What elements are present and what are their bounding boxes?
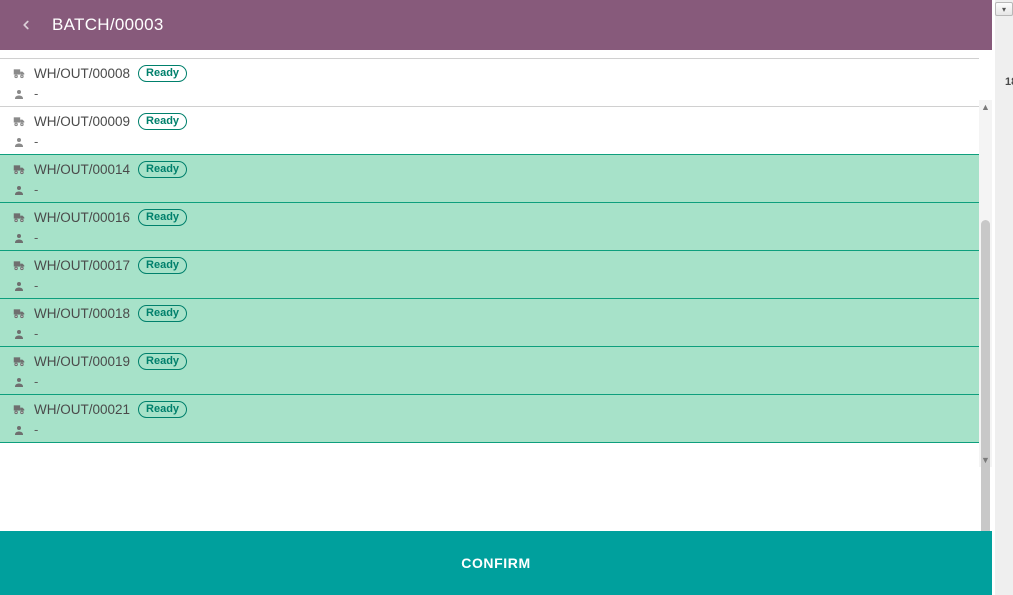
status-badge: Ready <box>138 353 187 370</box>
transfer-name: WH/OUT/00008 <box>34 66 130 81</box>
side-label: 18 <box>1005 76 1013 88</box>
scroll-down-icon[interactable]: ▼ <box>979 453 992 467</box>
list-item[interactable]: WH/OUT/00008 Ready - <box>0 58 979 107</box>
transfer-name: WH/OUT/00017 <box>34 258 130 273</box>
truck-icon <box>12 307 26 321</box>
user-icon <box>12 183 26 197</box>
scroll-thumb[interactable] <box>981 220 990 531</box>
list-item[interactable]: WH/OUT/00009 Ready - <box>0 106 979 155</box>
user-icon <box>12 327 26 341</box>
transfer-name: WH/OUT/00016 <box>34 210 130 225</box>
list-item[interactable]: WH/OUT/00018 Ready - <box>0 298 979 347</box>
status-badge: Ready <box>138 257 187 274</box>
transfer-name: WH/OUT/00018 <box>34 306 130 321</box>
truck-icon <box>12 355 26 369</box>
scroll-up-icon[interactable]: ▲ <box>979 100 992 114</box>
user-icon <box>12 231 26 245</box>
transfer-name: WH/OUT/00014 <box>34 162 130 177</box>
status-badge: Ready <box>138 209 187 226</box>
transfer-name: WH/OUT/00019 <box>34 354 130 369</box>
app-frame: BATCH/00003 WH/OUT/00008 Ready - WH/OUT/… <box>0 0 992 595</box>
truck-icon <box>12 259 26 273</box>
assigned-user: - <box>34 278 38 293</box>
header-bar: BATCH/00003 <box>0 0 992 50</box>
assigned-user: - <box>34 86 38 101</box>
status-badge: Ready <box>138 401 187 418</box>
assigned-user: - <box>34 182 38 197</box>
status-badge: Ready <box>138 113 187 130</box>
assigned-user: - <box>34 422 38 437</box>
transfer-name: WH/OUT/00009 <box>34 114 130 129</box>
list-area: WH/OUT/00008 Ready - WH/OUT/00009 Ready … <box>0 50 992 531</box>
confirm-button[interactable]: CONFIRM <box>0 531 992 595</box>
truck-icon <box>12 163 26 177</box>
truck-icon <box>12 211 26 225</box>
chevron-left-icon <box>19 18 33 32</box>
list-item[interactable]: WH/OUT/00017 Ready - <box>0 250 979 299</box>
list-item[interactable]: WH/OUT/00014 Ready - <box>0 154 979 203</box>
scrollbar[interactable]: ▲ ▼ <box>979 100 992 467</box>
os-scrollbar <box>995 0 1013 595</box>
assigned-user: - <box>34 230 38 245</box>
user-icon <box>12 135 26 149</box>
user-icon <box>12 423 26 437</box>
user-icon <box>12 375 26 389</box>
user-icon <box>12 279 26 293</box>
dropdown-icon[interactable]: ▾ <box>995 2 1013 16</box>
list-item[interactable]: WH/OUT/00016 Ready - <box>0 202 979 251</box>
user-icon <box>12 87 26 101</box>
list-item[interactable]: WH/OUT/00019 Ready - <box>0 346 979 395</box>
status-badge: Ready <box>138 65 187 82</box>
assigned-user: - <box>34 374 38 389</box>
assigned-user: - <box>34 134 38 149</box>
list-item[interactable]: WH/OUT/00021 Ready - <box>0 394 979 443</box>
status-badge: Ready <box>138 161 187 178</box>
assigned-user: - <box>34 326 38 341</box>
truck-icon <box>12 67 26 81</box>
truck-icon <box>12 115 26 129</box>
back-button[interactable] <box>14 13 38 37</box>
truck-icon <box>12 403 26 417</box>
confirm-label: CONFIRM <box>461 555 531 571</box>
status-badge: Ready <box>138 305 187 322</box>
page-title: BATCH/00003 <box>52 15 164 35</box>
transfer-name: WH/OUT/00021 <box>34 402 130 417</box>
